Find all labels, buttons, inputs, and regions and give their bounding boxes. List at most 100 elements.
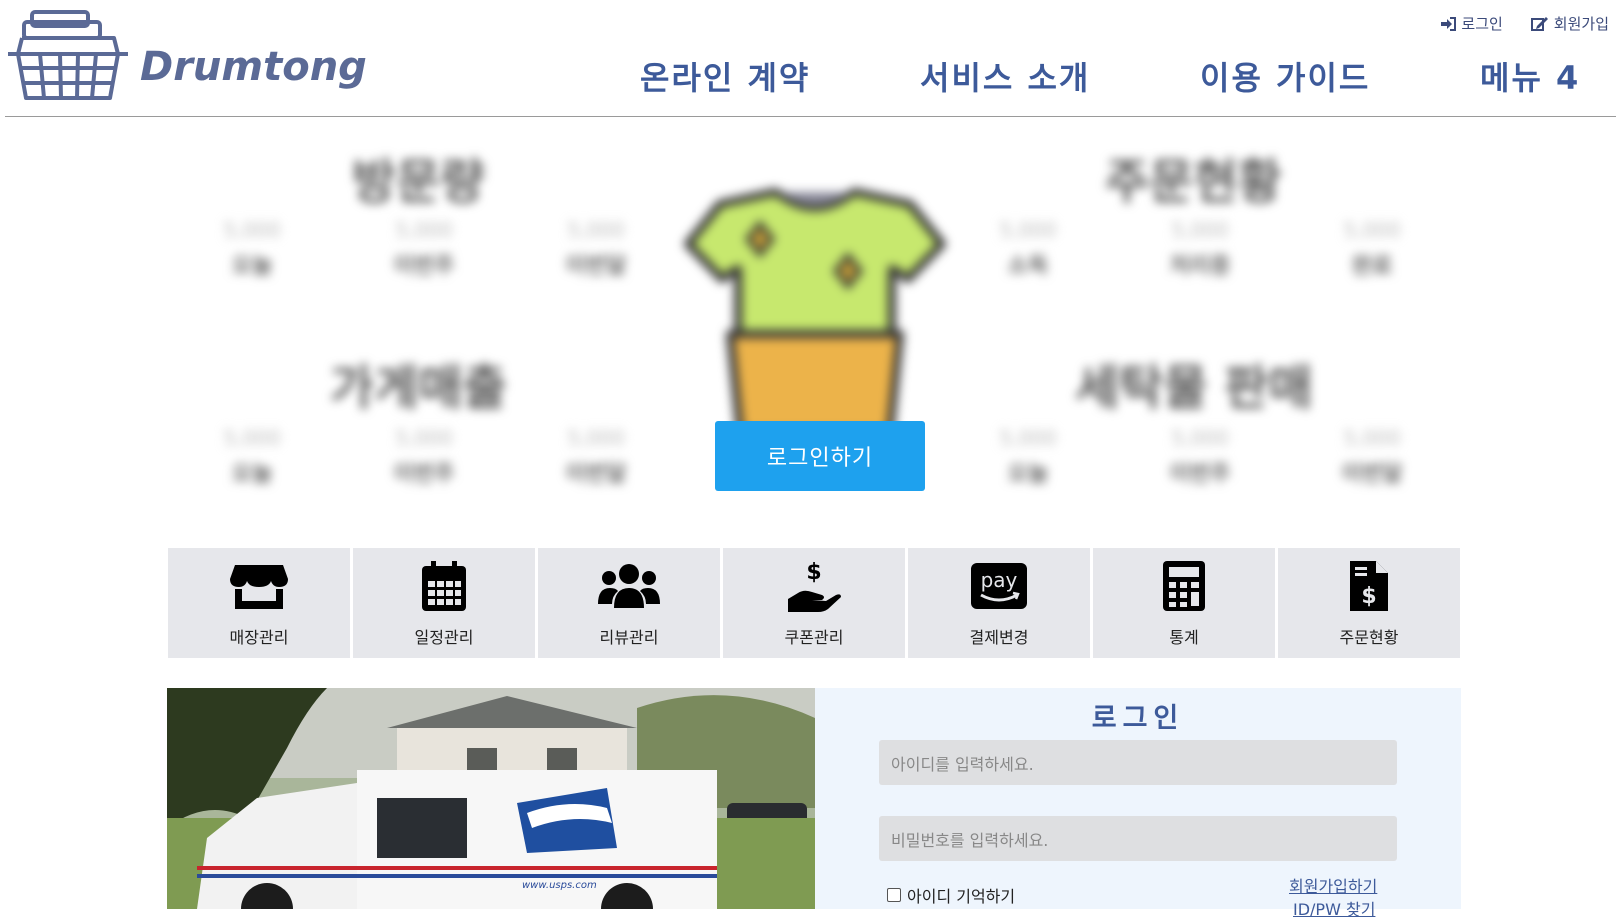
- stat-number: 5,000: [1343, 218, 1401, 242]
- stat-item: 5,000 오늘: [942, 426, 1114, 488]
- stat-item: 5,000 오늘: [166, 426, 338, 488]
- stat-item: 5,000 이번주: [338, 218, 510, 280]
- sign-in-icon: [1441, 16, 1457, 31]
- tile-label: 통계: [1169, 628, 1199, 647]
- calculator-icon: [1163, 561, 1205, 611]
- tile-label: 매장관리: [229, 628, 289, 647]
- top-signup-link[interactable]: 회원가입: [1530, 13, 1609, 34]
- tile-store-management[interactable]: 매장관리: [168, 548, 350, 658]
- stat-number: 5,000: [223, 426, 281, 450]
- signup-link[interactable]: 회원가입하기: [1289, 873, 1377, 897]
- login-title: 로그인: [1091, 703, 1185, 734]
- stat-label: 이번달: [1341, 462, 1403, 487]
- stat-title-orders: 주문현황: [1105, 154, 1282, 210]
- stat-item: 5,000 이번주: [1114, 426, 1286, 488]
- find-id-pw-link[interactable]: ID/PW 찾기: [1293, 896, 1375, 920]
- hero-section: 방문량 5,000 오늘 5,000 이번주 5,000 이번달 주문현황 5,000…: [0, 118, 1621, 518]
- stat-item: 5,000 이번달: [510, 218, 682, 280]
- stat-row-visits: 5,000 오늘 5,000 이번주 5,000 이번달: [166, 218, 682, 280]
- top-links: 로그인 회원가입: [1440, 13, 1609, 34]
- stat-number: 5,000: [567, 426, 625, 450]
- store-icon: [230, 565, 288, 609]
- stat-title-sales: 가게매출: [330, 360, 507, 416]
- top-login-label: 로그인: [1461, 15, 1503, 33]
- stat-label: 이번달: [565, 254, 627, 279]
- login-panel: 로그인 아이디를 입력하세요. 비밀번호를 입력하세요. 아이디 기억하기 회원…: [815, 688, 1461, 919]
- stat-number: 5,000: [1171, 218, 1229, 242]
- signup-edit-icon: [1530, 17, 1548, 31]
- password-input[interactable]: 비밀번호를 입력하세요.: [879, 816, 1397, 861]
- stat-label: 처리중: [1169, 254, 1231, 279]
- tile-label: 결제변경: [969, 628, 1029, 647]
- tile-review-management[interactable]: 리뷰관리: [538, 548, 720, 658]
- top-signup-label: 회원가입: [1553, 15, 1609, 33]
- stat-number: 5,000: [567, 218, 625, 242]
- id-input-placeholder: 아이디를 입력하세요.: [891, 754, 1034, 774]
- quick-menu-tiles: 매장관리 일정관리 리뷰관리 $ 쿠폰관리 pay 결제변경 통계 $ 주문현황: [168, 548, 1460, 658]
- tile-order-status[interactable]: $ 주문현황: [1278, 548, 1460, 658]
- tshirt-basket-icon: [684, 188, 946, 438]
- stat-label: 오늘: [1007, 462, 1049, 487]
- stat-label: 오늘: [231, 462, 273, 487]
- stat-label: 소독: [1007, 254, 1049, 279]
- stat-row-laundry: 5,000 오늘 5,000 이번주 5,000 이번달: [942, 426, 1458, 488]
- top-login-link[interactable]: 로그인: [1440, 13, 1503, 34]
- stat-label: 완료: [1351, 254, 1393, 279]
- stat-number: 5,000: [1343, 426, 1401, 450]
- tile-coupon-management[interactable]: $ 쿠폰관리: [723, 548, 905, 658]
- tile-label: 쿠폰관리: [784, 628, 844, 647]
- stat-item: 5,000 이번달: [510, 426, 682, 488]
- stat-number: 5,000: [395, 426, 453, 450]
- hand-dollar-icon: $: [788, 560, 841, 612]
- stat-label: 이번주: [393, 462, 455, 487]
- stat-number: 5,000: [1171, 426, 1229, 450]
- site-header: Drumtong 로그인 회원가입 온라인 계약 서비스 소개 이용 가이드 메…: [0, 0, 1621, 118]
- stat-label: 오늘: [231, 254, 273, 279]
- remember-id-label: 아이디 기억하기: [907, 887, 1016, 906]
- stat-number: 5,000: [223, 218, 281, 242]
- svg-text:$: $: [1361, 584, 1376, 609]
- stat-title-visits: 방문량: [352, 154, 485, 210]
- remember-id[interactable]: 아이디 기억하기: [887, 883, 1015, 907]
- nav-online-contract[interactable]: 온라인 계약: [640, 53, 810, 99]
- svg-text:$: $: [806, 560, 821, 585]
- tile-statistics[interactable]: 통계: [1093, 548, 1275, 658]
- header-divider: [5, 116, 1616, 117]
- tile-schedule-management[interactable]: 일정관리: [353, 548, 535, 658]
- stat-item: 5,000 처리중: [1114, 218, 1286, 280]
- id-input[interactable]: 아이디를 입력하세요.: [879, 740, 1397, 785]
- stat-item: 5,000 완료: [1286, 218, 1458, 280]
- stat-item: 5,000 이번주: [338, 426, 510, 488]
- laundry-basket-icon: [8, 10, 128, 100]
- users-icon: [598, 564, 660, 608]
- logo[interactable]: Drumtong: [6, 8, 376, 104]
- tile-label: 리뷰관리: [599, 628, 659, 647]
- tile-label: 일정관리: [414, 628, 474, 647]
- svg-text:pay: pay: [981, 568, 1018, 592]
- calendar-icon: [422, 561, 466, 611]
- stat-number: 5,000: [999, 426, 1057, 450]
- stat-title-laundry: 세탁물 판매: [1075, 360, 1313, 416]
- stat-item: 5,000 오늘: [166, 218, 338, 280]
- invoice-dollar-icon: $: [1350, 561, 1388, 611]
- stat-number: 5,000: [395, 218, 453, 242]
- stat-item: 5,000 이번달: [1286, 426, 1458, 488]
- stat-item: 5,000 소독: [942, 218, 1114, 280]
- nav-menu-4[interactable]: 메뉴 4: [1480, 53, 1580, 99]
- password-input-placeholder: 비밀번호를 입력하세요.: [891, 830, 1049, 850]
- stat-label: 이번주: [1169, 462, 1231, 487]
- svg-text:www.usps.com: www.usps.com: [522, 880, 597, 891]
- stat-label: 이번주: [393, 254, 455, 279]
- logo-text: Drumtong: [140, 44, 367, 90]
- stat-row-sales: 5,000 오늘 5,000 이번주 5,000 이번달: [166, 426, 682, 488]
- delivery-truck-illustration: www.usps.com: [167, 688, 815, 909]
- remember-id-checkbox[interactable]: [887, 888, 901, 902]
- hero-login-button[interactable]: 로그인하기: [715, 421, 925, 491]
- nav-usage-guide[interactable]: 이용 가이드: [1200, 53, 1370, 99]
- amazon-pay-icon: pay: [971, 563, 1027, 609]
- tile-payment-change[interactable]: pay 결제변경: [908, 548, 1090, 658]
- stat-number: 5,000: [999, 218, 1057, 242]
- tile-label: 주문현황: [1339, 628, 1399, 647]
- nav-service-intro[interactable]: 서비스 소개: [920, 53, 1090, 99]
- delivery-truck-photo: www.usps.com: [167, 688, 815, 909]
